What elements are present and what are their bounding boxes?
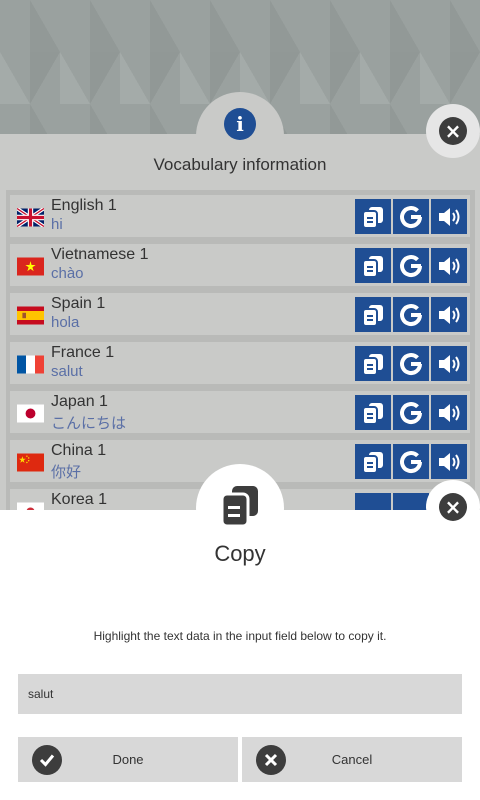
google-translate-button[interactable] xyxy=(393,444,429,479)
speaker-icon xyxy=(439,305,460,324)
google-translate-icon xyxy=(400,254,423,277)
copy-text-input[interactable] xyxy=(18,674,462,714)
info-icon: i xyxy=(224,108,256,140)
google-translate-icon xyxy=(400,450,423,473)
copy-button[interactable] xyxy=(355,346,391,381)
cancel-label: Cancel xyxy=(331,752,373,767)
copy-icon xyxy=(362,206,383,229)
google-translate-button[interactable] xyxy=(393,395,429,430)
language-label: Korea 1 xyxy=(51,491,108,508)
speaker-icon xyxy=(439,256,460,275)
word-text: こんにちは xyxy=(51,415,127,432)
word-text: salut xyxy=(51,363,83,380)
china-flag-icon xyxy=(17,453,44,472)
cancel-button[interactable]: Cancel xyxy=(242,737,462,782)
speaker-icon xyxy=(439,354,460,373)
google-translate-icon xyxy=(400,401,423,424)
copy-icon xyxy=(362,402,383,425)
speaker-icon xyxy=(439,452,460,471)
language-label: France 1 xyxy=(51,344,115,361)
word-text: hi xyxy=(51,216,63,233)
language-label: China 1 xyxy=(51,442,107,459)
copy-hint-text: Highlight the text data in the input fie… xyxy=(93,629,387,643)
list-item: English 1 hi xyxy=(10,195,470,237)
copy-button[interactable] xyxy=(355,199,391,234)
speaker-button[interactable] xyxy=(431,297,467,332)
copy-button[interactable] xyxy=(355,493,391,510)
speaker-button[interactable] xyxy=(431,444,467,479)
uk-flag-icon xyxy=(17,208,44,227)
done-button[interactable]: Done xyxy=(18,737,238,782)
list-item: Japan 1 こんにちは xyxy=(10,391,470,433)
vietnam-flag-icon xyxy=(17,257,44,276)
list-item: France 1 salut xyxy=(10,342,470,384)
france-flag-icon xyxy=(17,355,44,374)
copy-close-button[interactable]: × xyxy=(426,480,480,534)
japan-flag-icon xyxy=(17,404,44,423)
google-translate-button[interactable] xyxy=(393,297,429,332)
vocab-close-button[interactable]: × xyxy=(426,104,480,158)
vocab-dialog-title: Vocabulary information xyxy=(153,155,327,174)
korea-flag-icon xyxy=(17,502,44,510)
speaker-button[interactable] xyxy=(431,346,467,381)
language-label: Spain 1 xyxy=(51,295,106,312)
google-translate-icon xyxy=(400,352,423,375)
copy-button[interactable] xyxy=(355,297,391,332)
close-icon: × xyxy=(439,493,467,521)
copy-button[interactable] xyxy=(355,395,391,430)
copy-dialog-title: Copy xyxy=(214,541,266,566)
copy-icon xyxy=(362,255,383,278)
language-label: Japan 1 xyxy=(51,393,108,410)
spain-flag-icon xyxy=(17,306,44,325)
copy-icon xyxy=(362,451,383,474)
word-text: 你好 xyxy=(51,464,82,481)
copy-icon xyxy=(362,353,383,376)
list-item: Vietnamese 1 chào xyxy=(10,244,470,286)
close-icon: × xyxy=(439,117,467,145)
copy-icon xyxy=(220,486,258,528)
google-translate-button[interactable] xyxy=(393,199,429,234)
google-translate-button[interactable] xyxy=(393,248,429,283)
speaker-icon xyxy=(439,207,460,226)
language-label: English 1 xyxy=(51,197,117,214)
google-translate-icon xyxy=(400,205,423,228)
list-item: Spain 1 hola xyxy=(10,293,470,335)
speaker-button[interactable] xyxy=(431,199,467,234)
copy-button[interactable] xyxy=(355,444,391,479)
speaker-button[interactable] xyxy=(431,395,467,430)
language-label: Vietnamese 1 xyxy=(51,246,149,263)
speaker-icon xyxy=(439,403,460,422)
copy-button[interactable] xyxy=(355,248,391,283)
word-text: hola xyxy=(51,314,80,331)
google-translate-button[interactable] xyxy=(393,493,429,510)
google-translate-icon xyxy=(400,303,423,326)
done-label: Done xyxy=(112,752,144,767)
google-translate-button[interactable] xyxy=(393,346,429,381)
speaker-button[interactable] xyxy=(431,248,467,283)
word-text: chào xyxy=(51,265,84,282)
vocabulary-list[interactable]: English 1 hi Vietnamese 1 chào Spain 1 h… xyxy=(6,190,475,510)
copy-icon xyxy=(362,304,383,327)
